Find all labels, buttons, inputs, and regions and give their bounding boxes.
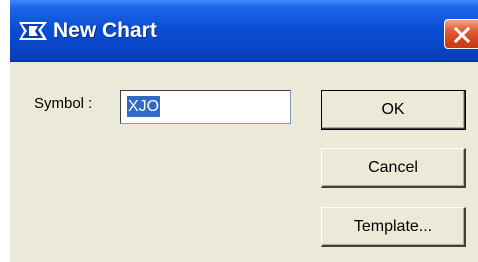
symbol-input-value: XJO	[127, 96, 161, 117]
app-logo-icon	[19, 22, 47, 40]
cancel-button[interactable]: Cancel	[321, 148, 466, 188]
close-icon	[454, 27, 470, 43]
window-title: New Chart	[53, 19, 157, 42]
symbol-input[interactable]: XJO	[120, 90, 291, 124]
title-bar[interactable]: New Chart	[10, 0, 478, 62]
close-button[interactable]	[444, 19, 478, 49]
symbol-label: Symbol :	[34, 95, 93, 112]
template-button[interactable]: Template...	[321, 207, 466, 247]
new-chart-dialog: New Chart Symbol : XJO OK Cancel Templat…	[10, 0, 478, 262]
ok-button[interactable]: OK	[321, 90, 466, 130]
